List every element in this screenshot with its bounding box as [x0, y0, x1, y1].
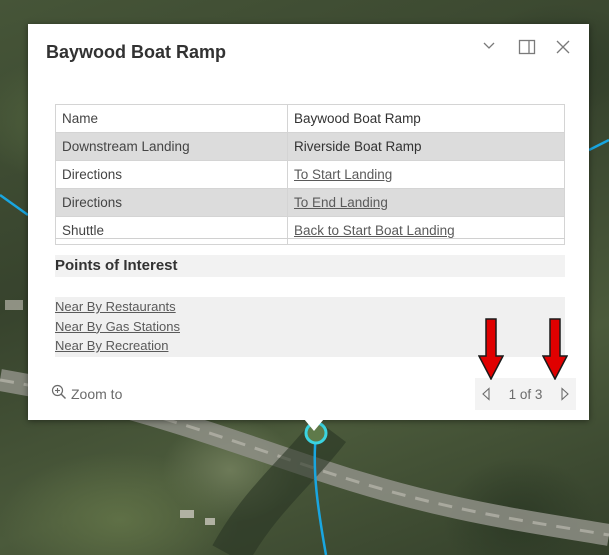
- popup-title: Baywood Boat Ramp: [46, 42, 227, 62]
- attribute-table: Name Baywood Boat Ramp Downstream Landing R…: [55, 104, 565, 245]
- attribute-key: Downstream Landing: [55, 132, 288, 161]
- feature-pager: 1 of 3: [475, 378, 576, 410]
- attribute-value: Baywood Boat Ramp: [294, 111, 421, 126]
- attribute-value-cell: Back to Start Boat Landing: [287, 216, 565, 245]
- next-feature-button[interactable]: [560, 387, 570, 401]
- attribute-key: Shuttle: [55, 216, 288, 245]
- river-route-line: [588, 138, 609, 152]
- attribute-row: Directions To Start Landing: [55, 160, 565, 189]
- attribute-value-cell: To End Landing: [287, 188, 565, 217]
- attribute-value: Riverside Boat Ramp: [294, 139, 422, 154]
- attribute-link[interactable]: Back to Start Boat Landing: [294, 223, 455, 238]
- zoom-to-label: Zoom to: [71, 385, 123, 402]
- attribute-row: Name Baywood Boat Ramp: [55, 104, 565, 133]
- poi-link-restaurants[interactable]: Near By Restaurants: [55, 297, 565, 317]
- pager-text: 1 of 3: [508, 386, 543, 402]
- attribute-link[interactable]: To End Landing: [294, 195, 388, 210]
- popup-pointer: [304, 419, 324, 431]
- attribute-value-cell: Riverside Boat Ramp: [287, 132, 565, 161]
- section-divider: [55, 238, 565, 239]
- zoom-to-button[interactable]: Zoom to: [51, 384, 122, 403]
- poi-heading: Points of Interest: [55, 255, 565, 277]
- attribute-key: Name: [55, 104, 288, 133]
- attribute-row: Directions To End Landing: [55, 188, 565, 217]
- attribute-key: Directions: [55, 160, 288, 189]
- triangle-left-icon: [482, 387, 490, 401]
- annotation-arrow-icon: [542, 318, 568, 380]
- attribute-value-cell: To Start Landing: [287, 160, 565, 189]
- annotation-arrow-icon: [478, 318, 504, 380]
- river-route-line: [0, 193, 29, 217]
- attribute-value-cell: Baywood Boat Ramp: [287, 104, 565, 133]
- dock-icon[interactable]: [518, 39, 536, 60]
- attribute-key: Directions: [55, 188, 288, 217]
- triangle-right-icon: [561, 387, 569, 401]
- zoom-in-icon: [51, 384, 67, 403]
- attribute-row: Shuttle Back to Start Boat Landing: [55, 216, 565, 245]
- attribute-row: Downstream Landing Riverside Boat Ramp: [55, 132, 565, 161]
- chevron-down-icon[interactable]: [482, 39, 496, 58]
- close-icon[interactable]: [555, 39, 571, 60]
- feature-popup: Baywood Boat Ramp Name Baywood Boat Ramp D…: [28, 24, 589, 420]
- previous-feature-button[interactable]: [481, 387, 491, 401]
- attribute-link[interactable]: To Start Landing: [294, 167, 392, 182]
